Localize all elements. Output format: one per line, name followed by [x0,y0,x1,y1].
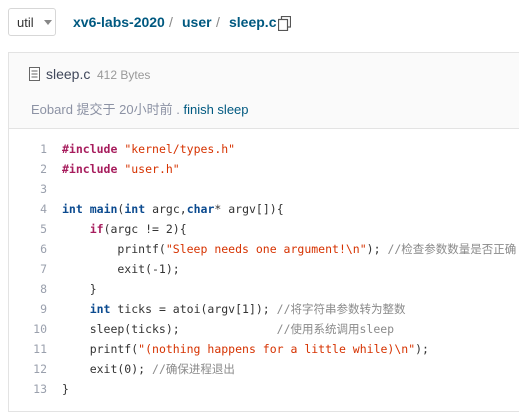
copy-icon[interactable] [278,16,291,31]
branch-label: util [17,15,34,30]
line-number[interactable]: 7 [9,259,47,279]
code-line: 1 #include "kernel/types.h" [9,139,519,159]
file-panel: sleep.c 412 Bytes Eobard 提交于 20小时前 . fin… [8,52,519,412]
code-line: 5 if(argc != 2){ [9,219,519,239]
chevron-down-icon [44,20,52,25]
code-line: 4 int main(int argc,char* argv[]){ [9,199,519,219]
code-text: exit(-1); [62,262,180,276]
line-number[interactable]: 9 [9,299,47,319]
breadcrumb-separator: / [169,14,173,30]
line-number[interactable]: 12 [9,359,47,379]
line-number[interactable]: 2 [9,159,47,179]
line-number[interactable]: 13 [9,379,47,399]
file-header: sleep.c 412 Bytes Eobard 提交于 20小时前 . fin… [9,53,519,129]
top-bar: util xv6-labs-2020 / user / sleep.c [0,0,519,46]
code-line: 13} [9,379,519,399]
code-line: 6 printf("Sleep needs one argument!\n");… [9,239,519,259]
code-text: exit(0); //确保进程退出 [62,362,235,376]
code-text: int main(int argc,char* argv[]){ [62,202,284,216]
code-line: 11 printf("(nothing happens for a little… [9,339,519,359]
commit-info: Eobard 提交于 20小时前 . finish sleep [31,99,249,118]
branch-selector[interactable]: util [8,8,56,36]
line-number[interactable]: 6 [9,239,47,259]
file-icon [29,67,40,81]
line-number[interactable]: 10 [9,319,47,339]
commit-author[interactable]: Eobard [31,102,73,117]
code-line: 2 #include "user.h" [9,159,519,179]
code-text: } [62,382,69,396]
code-line: 7 exit(-1); [9,259,519,279]
breadcrumb-folder[interactable]: user [182,14,212,30]
breadcrumb-file: sleep.c [229,14,277,30]
code-text: if(argc != 2){ [89,222,187,236]
code-text: printf("Sleep needs one argument!\n"); /… [62,242,517,256]
code-line: 9 int ticks = atoi(argv[1]); //将字符串参数转为整… [9,299,519,319]
code-line: 3 [9,179,519,199]
commit-text: 提交于 20小时前 . [76,102,180,117]
file-name: sleep.c [46,66,91,82]
code-line: 8 } [9,279,519,299]
line-number[interactable]: 3 [9,179,47,199]
line-number[interactable]: 8 [9,279,47,299]
code-text: } [62,282,97,296]
line-number[interactable]: 1 [9,139,47,159]
line-number[interactable]: 4 [9,199,47,219]
code-text: sleep(ticks); //使用系统调用sleep [62,322,395,336]
breadcrumb-separator: / [216,14,220,30]
file-size: 412 Bytes [97,68,151,82]
code-text: printf("(nothing happens for a little wh… [62,342,429,356]
code-text: #include "user.h" [62,162,180,176]
commit-message[interactable]: finish sleep [183,102,248,117]
code-line: 10 sleep(ticks); //使用系统调用sleep [9,319,519,339]
code-line: 12 exit(0); //确保进程退出 [9,359,519,379]
line-number[interactable]: 5 [9,219,47,239]
code-text: int ticks = atoi(argv[1]); //将字符串参数转为整数 [89,302,406,316]
line-number[interactable]: 11 [9,339,47,359]
breadcrumb-repo[interactable]: xv6-labs-2020 [73,14,165,30]
code-text: #include "kernel/types.h" [62,142,236,156]
